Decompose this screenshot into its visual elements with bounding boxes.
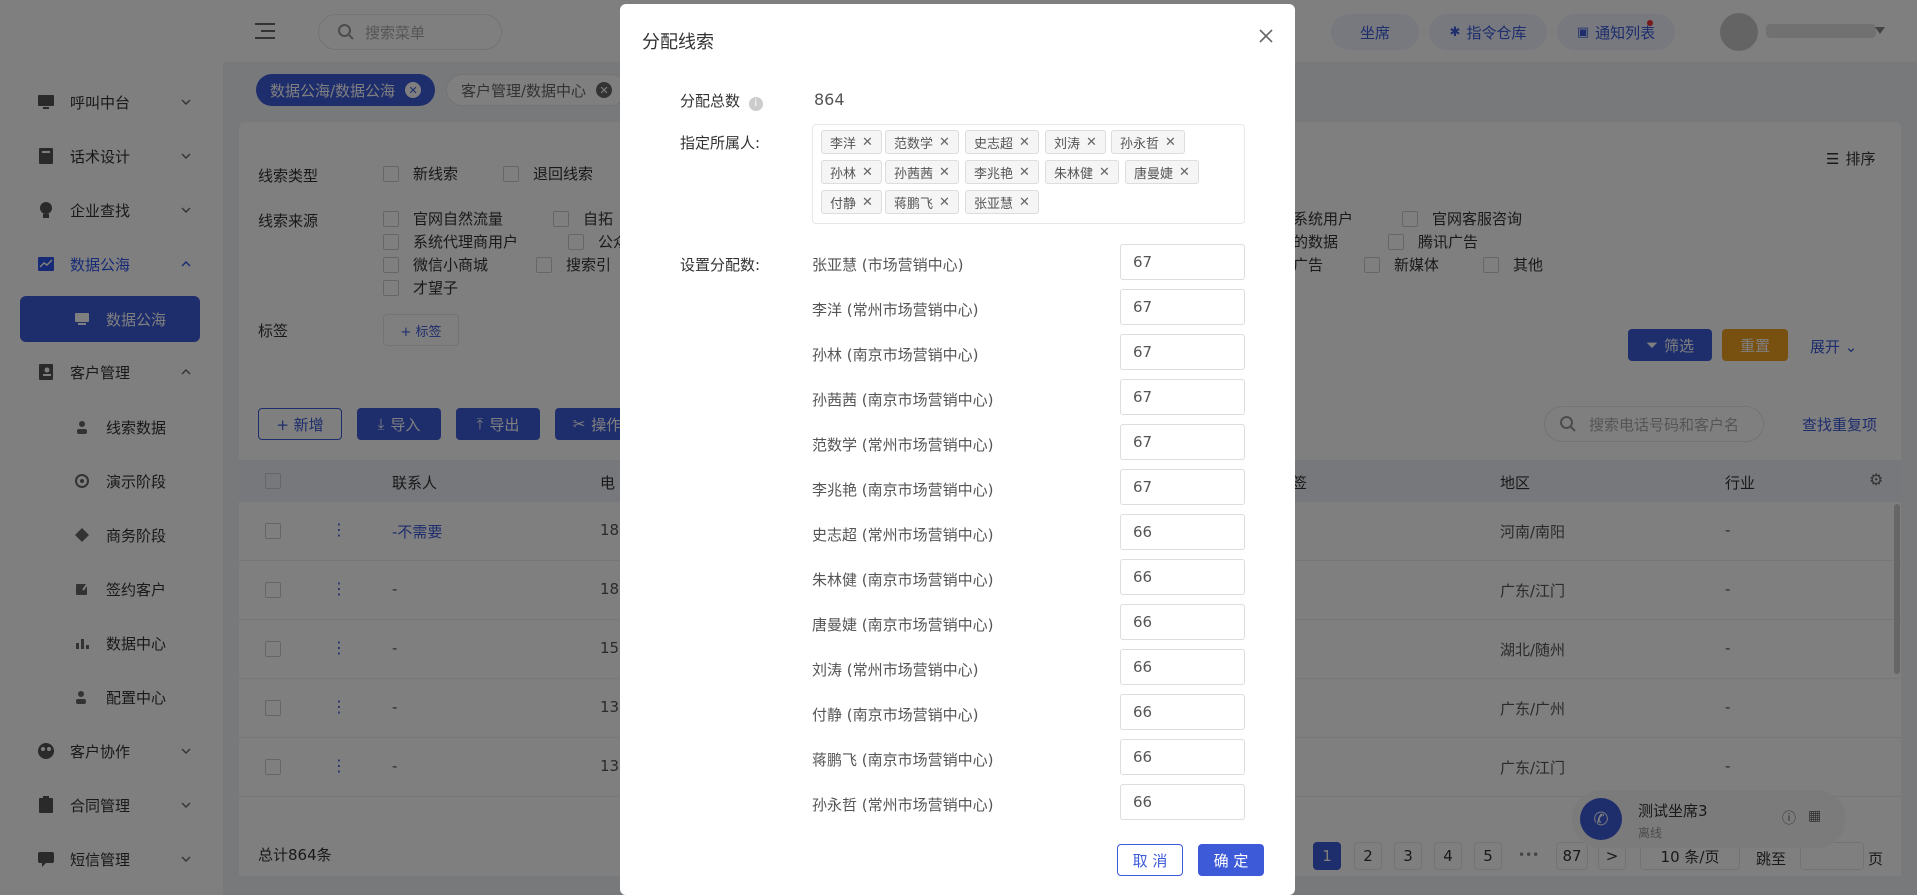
alloc-row: 李洋 (常州市场营销中心) 67 xyxy=(812,289,1245,329)
alloc-input[interactable]: 66 xyxy=(1120,559,1245,595)
alloc-row: 孙茜茜 (南京市场营销中心) 67 xyxy=(812,379,1245,419)
total-label: 分配总数 i xyxy=(680,90,763,111)
owner-chip: 付静 ✕ xyxy=(821,190,882,214)
owner-chip: 孙茜茜 ✕ xyxy=(885,160,959,184)
alloc-input[interactable]: 67 xyxy=(1120,334,1245,370)
owner-chip: 刘涛 ✕ xyxy=(1045,130,1106,154)
close-icon[interactable]: ✕ xyxy=(1099,165,1110,180)
close-icon[interactable]: ✕ xyxy=(939,195,950,210)
alloc-input[interactable]: 67 xyxy=(1120,289,1245,325)
alloc-input[interactable]: 67 xyxy=(1120,469,1245,505)
alloc-label: 设置分配数: xyxy=(680,256,761,274)
alloc-input[interactable]: 66 xyxy=(1120,649,1245,685)
alloc-row: 李兆艳 (南京市场营销中心) 67 xyxy=(812,469,1245,509)
close-icon[interactable]: ✕ xyxy=(1179,165,1190,180)
owner-chip: 唐曼婕 ✕ xyxy=(1125,160,1199,184)
close-icon[interactable]: ✕ xyxy=(1019,135,1030,150)
alloc-input[interactable]: 67 xyxy=(1120,244,1245,280)
alloc-row: 范数学 (常州市场营销中心) 67 xyxy=(812,424,1245,464)
close-icon[interactable]: ✕ xyxy=(1019,195,1030,210)
owner-chip: 张亚慧 ✕ xyxy=(965,190,1039,214)
alloc-input[interactable]: 67 xyxy=(1120,379,1245,415)
close-icon[interactable] xyxy=(1256,26,1276,46)
alloc-row: 史志超 (常州市场营销中心) 66 xyxy=(812,514,1245,554)
assign-leads-modal: 分配线索 分配总数 i 864 指定所属人: 李洋 ✕ 范数学 ✕ 史志超 ✕ 刘涛 ✕… xyxy=(620,4,1295,895)
alloc-row: 朱林健 (南京市场营销中心) 66 xyxy=(812,559,1245,599)
modal-title: 分配线索 xyxy=(642,32,714,53)
alloc-input[interactable]: 66 xyxy=(1120,514,1245,550)
owner-chip: 李兆艳 ✕ xyxy=(965,160,1039,184)
confirm-button[interactable]: 确 定 xyxy=(1198,844,1264,876)
alloc-row: 孙林 (南京市场营销中心) 67 xyxy=(812,334,1245,374)
info-icon[interactable]: i xyxy=(748,97,763,111)
close-icon[interactable]: ✕ xyxy=(1019,165,1030,180)
close-icon[interactable]: ✕ xyxy=(939,135,950,150)
owner-select[interactable]: 李洋 ✕ 范数学 ✕ 史志超 ✕ 刘涛 ✕ 孙永哲 ✕ 孙林 ✕ 孙茜茜 ✕ 李兆艳 ✕ 朱林健… xyxy=(812,124,1245,224)
alloc-input[interactable]: 66 xyxy=(1120,784,1245,820)
alloc-row: 唐曼婕 (南京市场营销中心) 66 xyxy=(812,604,1245,644)
alloc-row: 付静 (南京市场营销中心) 66 xyxy=(812,694,1245,734)
close-icon[interactable]: ✕ xyxy=(862,135,873,150)
alloc-input[interactable]: 66 xyxy=(1120,604,1245,640)
owner-chip: 李洋 ✕ xyxy=(821,130,882,154)
owner-chip: 范数学 ✕ xyxy=(885,130,959,154)
alloc-input[interactable]: 67 xyxy=(1120,424,1245,460)
close-icon[interactable]: ✕ xyxy=(862,195,873,210)
alloc-row: 蒋鹏飞 (南京市场营销中心) 66 xyxy=(812,739,1245,779)
owner-chip: 孙永哲 ✕ xyxy=(1111,130,1185,154)
alloc-input[interactable]: 66 xyxy=(1120,739,1245,775)
cancel-button[interactable]: 取 消 xyxy=(1117,844,1183,876)
owner-label: 指定所属人: xyxy=(680,134,761,152)
close-icon[interactable]: ✕ xyxy=(1086,135,1097,150)
close-icon[interactable]: ✕ xyxy=(939,165,950,180)
owner-chip: 史志超 ✕ xyxy=(965,130,1039,154)
owner-chip: 孙林 ✕ xyxy=(821,160,882,184)
close-icon[interactable]: ✕ xyxy=(1165,135,1176,150)
alloc-row: 刘涛 (常州市场营销中心) 66 xyxy=(812,649,1245,689)
alloc-row: 张亚慧 (市场营销中心) 67 xyxy=(812,244,1245,284)
alloc-input[interactable]: 66 xyxy=(1120,694,1245,730)
owner-chip: 朱林健 ✕ xyxy=(1045,160,1119,184)
total-value: 864 xyxy=(814,90,845,109)
close-icon[interactable]: ✕ xyxy=(862,165,873,180)
alloc-row: 孙永哲 (常州市场营销中心) 66 xyxy=(812,784,1245,824)
owner-chip: 蒋鹏飞 ✕ xyxy=(885,190,959,214)
